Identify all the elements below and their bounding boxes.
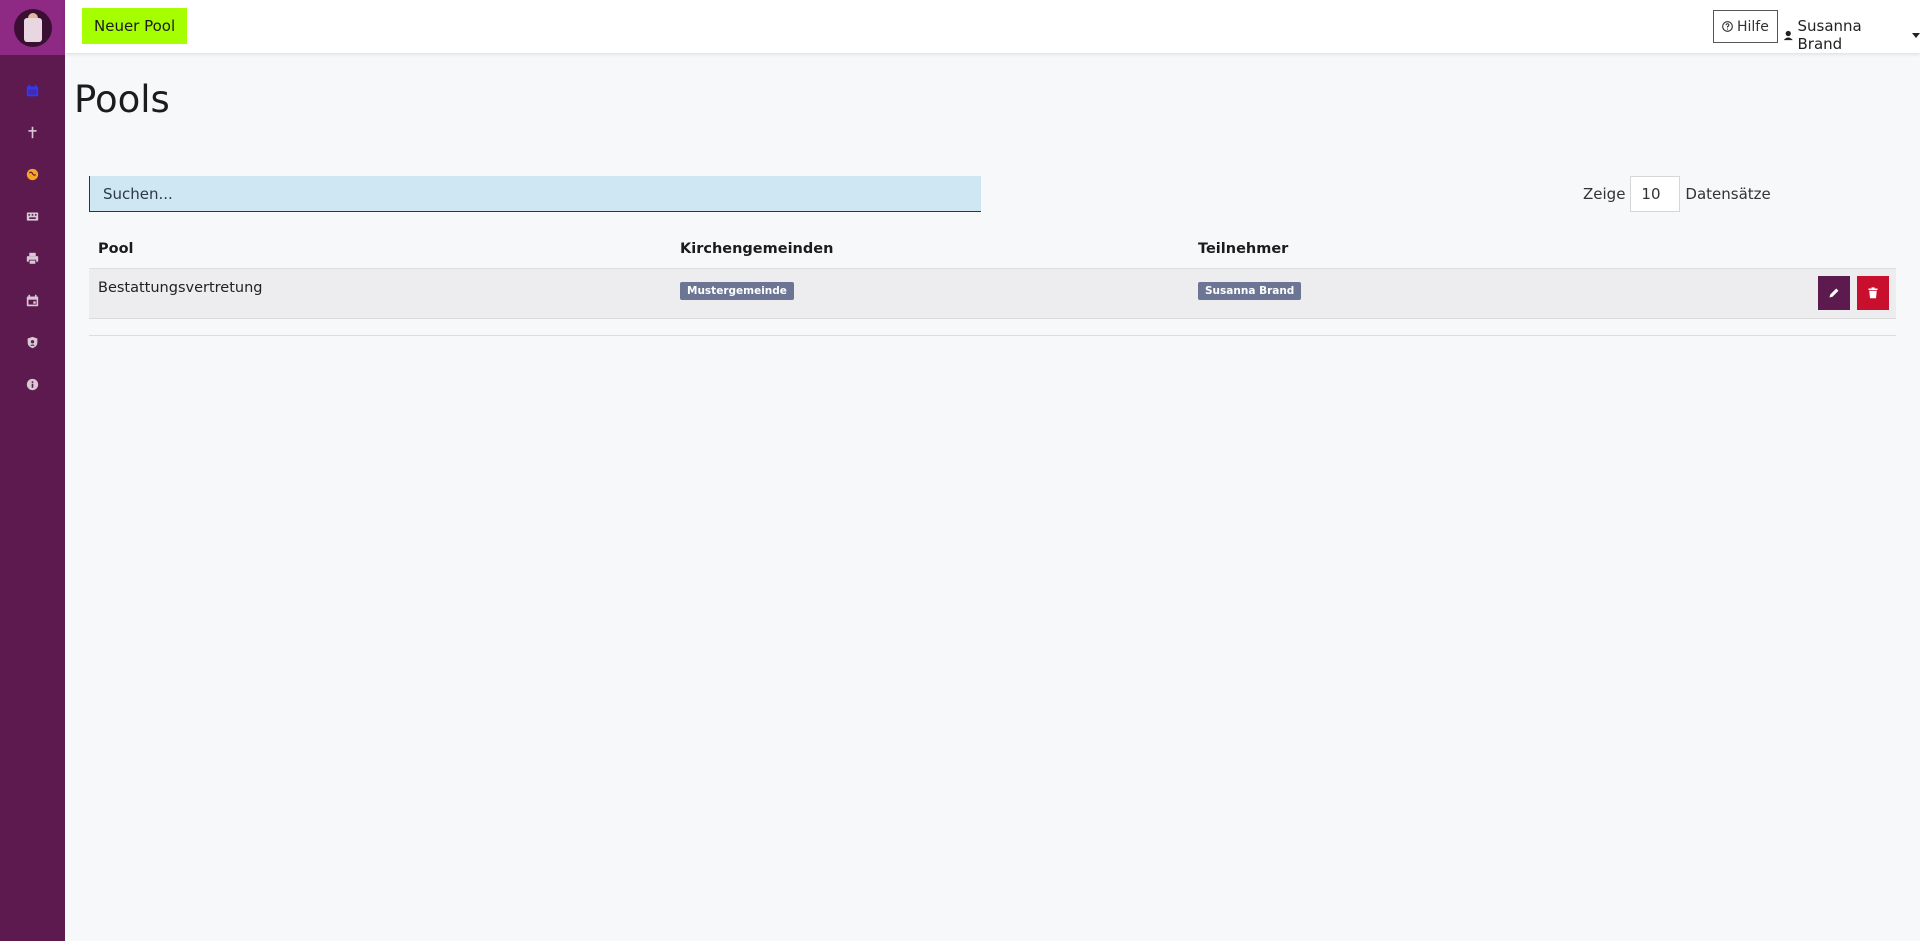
app-logo[interactable]: [0, 0, 65, 55]
user-name: Susanna Brand: [1797, 17, 1862, 53]
sidebar-item-cross[interactable]: [0, 111, 65, 153]
printer-icon: [26, 252, 39, 265]
sidebar-item-globe[interactable]: [0, 153, 65, 195]
edit-button[interactable]: [1818, 275, 1851, 310]
sidebar-item-print[interactable]: [0, 237, 65, 279]
page-length-control: Zeige Datensätze: [1583, 176, 1771, 212]
length-prefix: Zeige: [1583, 185, 1626, 203]
trash-icon: [1868, 286, 1878, 298]
sidebar-item-events[interactable]: [0, 279, 65, 321]
shield-user-icon: [27, 336, 38, 348]
delete-button[interactable]: [1857, 275, 1889, 310]
pool-table: Pool Kirchengemeinden Teilnehmer Bestatt…: [89, 230, 1896, 319]
length-suffix: Datensätze: [1685, 185, 1771, 203]
search-input[interactable]: [89, 176, 981, 212]
cell-teilnehmer: Susanna Brand: [1189, 268, 1776, 319]
sidebar-item-info[interactable]: [0, 363, 65, 405]
cell-pool: Bestattungsvertretung: [89, 268, 671, 319]
column-header-teilnehmer[interactable]: Teilnehmer: [1189, 230, 1776, 269]
teilnehmer-badge: Susanna Brand: [1198, 281, 1302, 300]
table-row: Bestattungsvertretung Mustergemeinde Sus…: [89, 268, 1896, 319]
calendar-event-icon: [26, 294, 39, 306]
sidebar-nav: [0, 55, 65, 405]
table-header-row: Pool Kirchengemeinden Teilnehmer: [89, 230, 1896, 269]
question-circle-icon: [1722, 21, 1733, 32]
column-header-pool[interactable]: Pool: [89, 230, 671, 269]
info-icon: [26, 378, 39, 390]
sidebar-item-admin[interactable]: [0, 321, 65, 363]
gemeinde-badge: Mustergemeinde: [680, 281, 794, 300]
globe-icon: [26, 168, 39, 180]
cell-gemeinden: Mustergemeinde: [671, 268, 1189, 319]
user-menu[interactable]: Susanna Brand: [1783, 17, 1920, 53]
column-header-gemeinden[interactable]: Kirchengemeinden: [671, 230, 1189, 269]
pencil-icon: [1829, 288, 1839, 297]
help-label: Hilfe: [1737, 18, 1769, 35]
column-header-actions: [1776, 230, 1896, 269]
topbar: Neuer Pool Hilfe Susanna Brand: [65, 0, 1920, 53]
user-icon: [1783, 30, 1793, 40]
sidebar: [0, 0, 65, 941]
logo-pastor-icon: [13, 8, 52, 47]
cross-icon: [28, 126, 37, 138]
table-divider: [89, 335, 1896, 336]
page-length-input[interactable]: [1630, 176, 1681, 212]
cell-actions: [1776, 268, 1896, 319]
calendar-icon: [26, 84, 39, 96]
page-title: Pools: [74, 78, 170, 121]
sidebar-item-calendar[interactable]: [0, 69, 65, 111]
sidebar-item-keyboard[interactable]: [0, 195, 65, 237]
new-pool-button[interactable]: Neuer Pool: [82, 8, 188, 44]
chevron-down-icon: [1912, 32, 1920, 38]
help-button[interactable]: Hilfe: [1713, 10, 1778, 43]
keyboard-icon: [26, 211, 39, 221]
